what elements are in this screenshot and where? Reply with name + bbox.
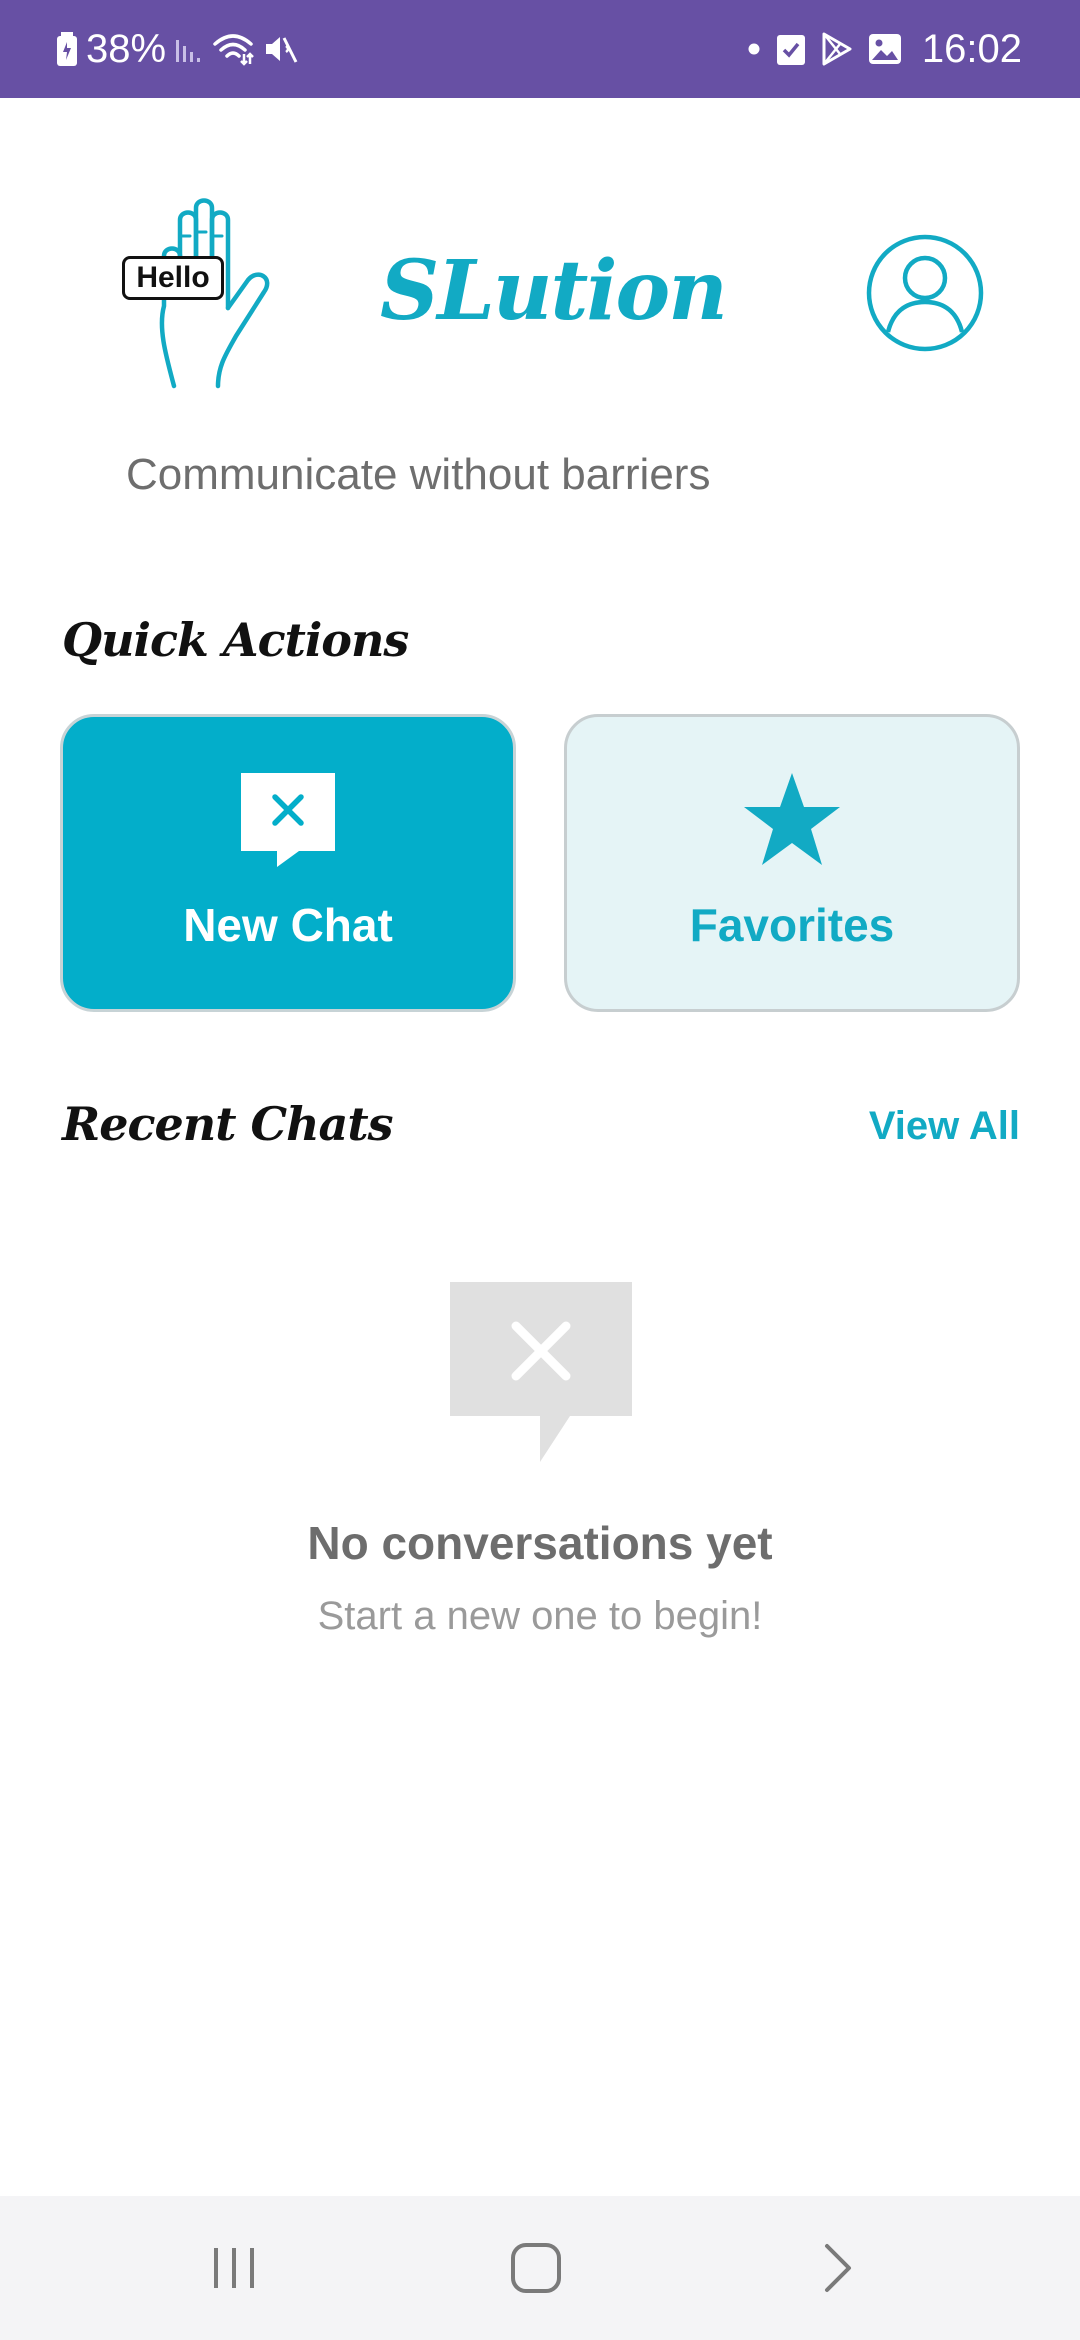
new-chat-label: New Chat xyxy=(183,899,393,951)
wifi-icon xyxy=(213,34,254,66)
empty-state-subtitle: Start a new one to begin! xyxy=(317,1594,763,1638)
recent-apps-button[interactable] xyxy=(134,2196,334,2340)
task-check-icon xyxy=(776,35,805,65)
home-button[interactable] xyxy=(436,2196,636,2340)
battery-percent: 38% xyxy=(86,27,167,71)
system-navigation-bar xyxy=(0,2196,1080,2340)
empty-state-title: No conversations yet xyxy=(307,1517,773,1569)
hello-speech-bubble: Hello xyxy=(122,256,224,300)
notification-dot-icon xyxy=(748,43,760,55)
recent-chats-heading: Recent Chats xyxy=(62,1097,393,1151)
recent-apps-icon xyxy=(214,2248,254,2288)
home-screen: 38% 16:02 Hello SLution Communicate with… xyxy=(0,0,1080,2340)
battery-saver-icon xyxy=(57,32,77,66)
star-icon xyxy=(744,773,840,865)
home-icon xyxy=(511,2243,561,2293)
quick-actions-heading: Quick Actions xyxy=(62,613,409,667)
play-store-icon xyxy=(822,32,852,66)
chat-icon xyxy=(241,773,335,867)
empty-chat-icon xyxy=(450,1282,632,1462)
profile-icon[interactable] xyxy=(866,234,984,352)
status-bar-left: 38% xyxy=(56,0,298,98)
signal-icon xyxy=(176,40,201,62)
back-button[interactable] xyxy=(738,2196,938,2340)
new-chat-button[interactable]: New Chat xyxy=(60,714,516,1012)
app-title: SLution xyxy=(380,243,728,339)
favorites-label: Favorites xyxy=(689,899,895,951)
view-all-link[interactable]: View All xyxy=(869,1098,1020,1154)
tagline: Communicate without barriers xyxy=(126,450,711,499)
favorites-button[interactable]: Favorites xyxy=(564,714,1020,1012)
clock: 16:02 xyxy=(921,27,1022,71)
vibrate-mute-icon xyxy=(266,37,298,63)
chevron-right-icon xyxy=(825,2244,851,2292)
status-bar-right: 16:02 xyxy=(746,0,1022,98)
status-bar: 38% 16:02 xyxy=(0,0,1080,98)
gallery-icon xyxy=(868,34,901,64)
